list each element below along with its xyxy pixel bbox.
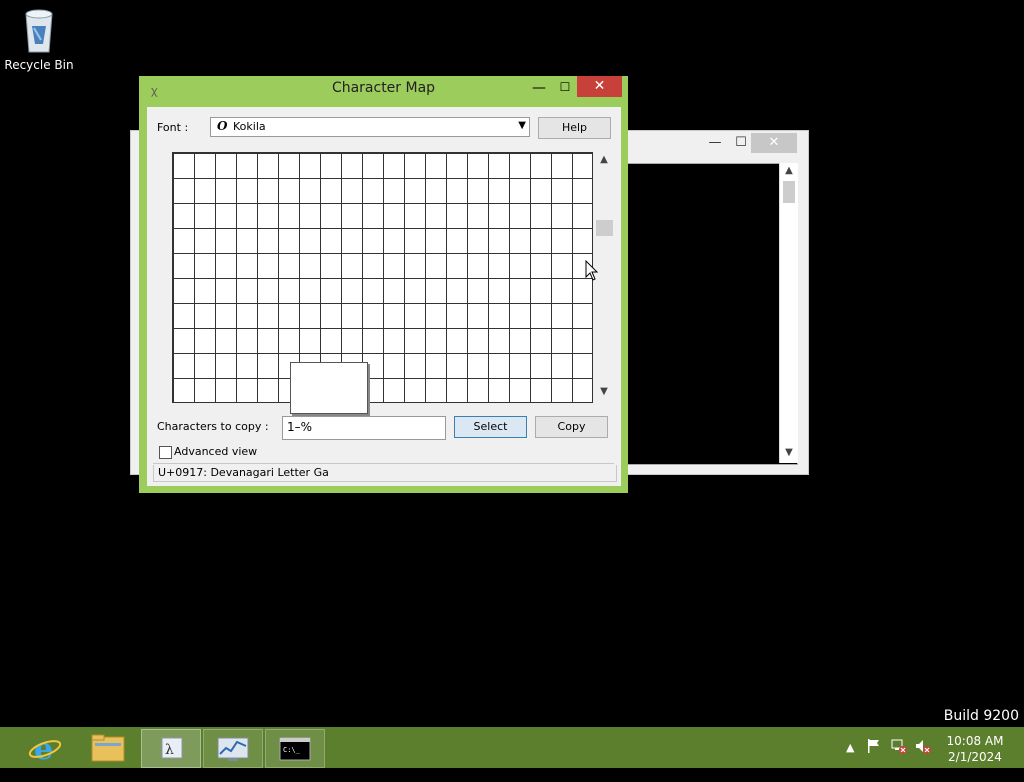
advanced-view-label[interactable]: Advanced view (174, 445, 257, 458)
background-close-button[interactable]: ✕ (751, 133, 797, 153)
characters-to-copy-input[interactable] (283, 417, 437, 437)
recycle-bin-shortcut[interactable]: Recycle Bin (4, 6, 74, 72)
internet-explorer-taskbar-button[interactable]: e (16, 729, 74, 767)
character-map-icon: λ (161, 737, 183, 759)
scroll-thumb[interactable] (783, 181, 795, 203)
recycle-bin-label: Recycle Bin (4, 58, 74, 72)
show-hidden-icons-icon[interactable]: ▲ (846, 741, 854, 782)
minimize-button[interactable]: — (529, 78, 549, 98)
font-label: Font : (157, 121, 189, 134)
character-magnifier-preview (290, 362, 368, 414)
character-map-window[interactable]: ꭓ Character Map — ☐ ✕ Font : O Kokila ▼ … (139, 76, 628, 493)
background-minimize-button[interactable]: — (701, 133, 729, 153)
scroll-up-arrow-icon[interactable]: ▲ (595, 154, 613, 165)
performance-monitor-icon (217, 737, 249, 761)
clock-date: 2/1/2024 (948, 750, 1002, 764)
internet-explorer-icon: e (28, 732, 62, 767)
volume-muted-icon[interactable] (914, 737, 932, 778)
advanced-view-checkbox[interactable] (159, 446, 172, 459)
font-dropdown-value: Kokila (233, 120, 266, 133)
close-button[interactable]: ✕ (577, 76, 622, 97)
copy-button[interactable]: Copy (535, 416, 608, 438)
scroll-up-arrow-icon[interactable]: ▲ (780, 165, 798, 176)
folder-icon (91, 734, 125, 762)
opentype-font-icon: O (217, 119, 228, 133)
character-grid[interactable] (172, 152, 593, 403)
taskbar: e λ C:\_ ▲ 10:08 AM 2/1/2024 (0, 727, 1024, 768)
character-map-client: Font : O Kokila ▼ Help ▲ ▼ Characters to… (147, 107, 621, 486)
status-separator (153, 463, 614, 464)
maximize-button[interactable]: ☐ (555, 78, 575, 98)
characters-to-copy-label: Characters to copy : (157, 420, 269, 433)
clock-time: 10:08 AM (946, 734, 1004, 748)
svg-text:λ: λ (165, 742, 174, 758)
grid-border (172, 402, 593, 403)
character-map-taskbar-button[interactable]: λ (141, 729, 201, 768)
help-button[interactable]: Help (538, 117, 611, 139)
scroll-thumb[interactable] (596, 220, 613, 236)
network-error-icon[interactable] (890, 737, 908, 778)
status-bar: U+0917: Devanagari Letter Ga (153, 465, 617, 482)
recycle-bin-icon (19, 6, 59, 56)
svg-text:C:\_: C:\_ (283, 746, 301, 754)
font-dropdown[interactable]: O Kokila ▼ (210, 117, 530, 137)
select-button[interactable]: Select (454, 416, 527, 438)
system-clock[interactable]: 10:08 AM 2/1/2024 (940, 733, 1010, 765)
scroll-down-arrow-icon[interactable]: ▼ (780, 447, 798, 458)
background-window-content (627, 163, 798, 465)
characters-to-copy-field[interactable] (282, 416, 446, 440)
performance-monitor-taskbar-button[interactable] (203, 729, 263, 768)
file-explorer-taskbar-button[interactable] (79, 729, 137, 766)
action-center-flag-icon[interactable] (866, 737, 882, 778)
background-scrollbar[interactable]: ▲ ▼ (779, 163, 798, 463)
command-prompt-taskbar-button[interactable]: C:\_ (265, 729, 325, 768)
command-prompt-icon: C:\_ (279, 737, 311, 761)
build-watermark: Build 9200 (943, 708, 1019, 724)
chevron-down-icon: ▼ (518, 120, 526, 131)
svg-text:e: e (34, 732, 53, 766)
scroll-down-arrow-icon[interactable]: ▼ (595, 386, 613, 397)
